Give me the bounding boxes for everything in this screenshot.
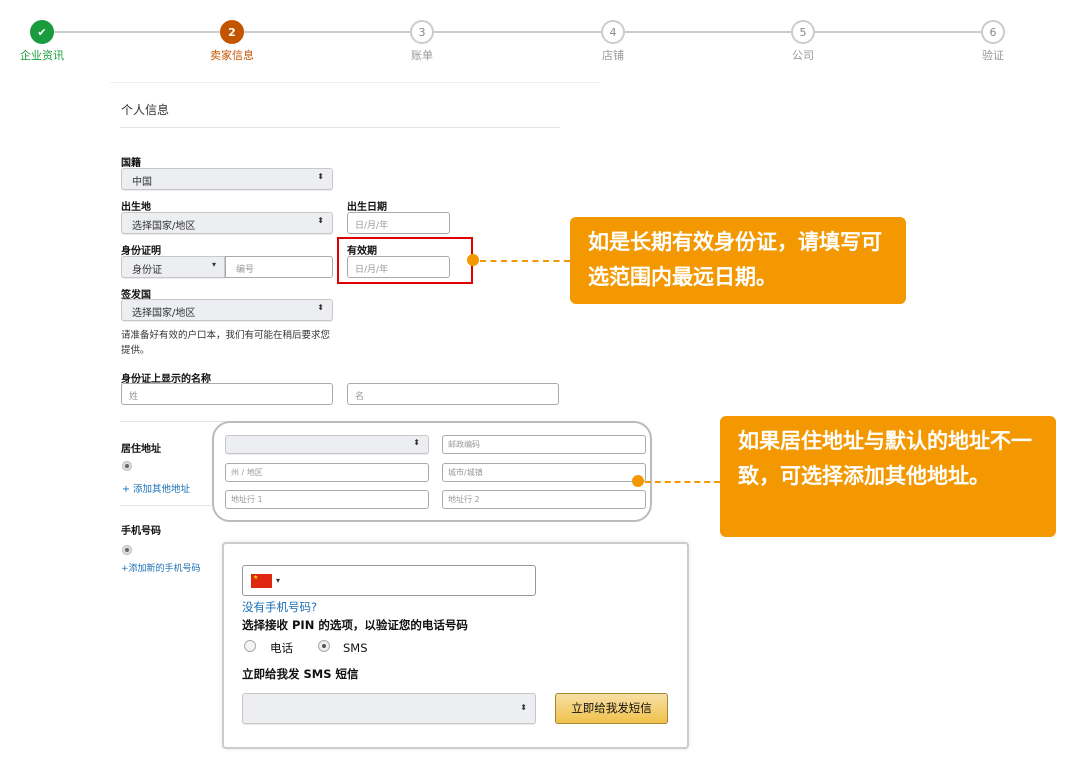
city-input[interactable]: 城市/城镇 (442, 463, 646, 482)
nationality-label: 国籍 (121, 158, 141, 169)
sms-option-label: SMS (343, 641, 368, 655)
send-sms-button[interactable]: 立即给我发短信 (555, 693, 668, 724)
callout-connector (645, 481, 720, 483)
step-label: 企业资讯 (20, 49, 64, 62)
select-value: 中国 (132, 177, 152, 188)
step-2: 2 卖家信息 (192, 20, 272, 63)
divider (110, 82, 600, 83)
expiry-input[interactable]: 日/月/年 (347, 256, 450, 278)
step-number: 6 (981, 20, 1005, 44)
phone-label: 手机号码 (121, 526, 161, 537)
callout-connector (480, 260, 570, 262)
no-phone-link[interactable]: 没有手机号码? (242, 599, 317, 615)
select-value: 选择国家/地区 (132, 221, 196, 232)
step-number: 3 (410, 20, 434, 44)
phone-input[interactable]: ★ ▾ (242, 565, 536, 596)
call-option-label: 电话 (270, 641, 293, 655)
step-label: 账单 (411, 49, 433, 62)
id-type-select[interactable]: 身份证 ▾ (121, 256, 225, 278)
add-phone-link[interactable]: +添加新的手机号码 (121, 561, 201, 574)
expiry-callout: 如是长期有效身份证，请填写可选范围内最远日期。 (570, 217, 906, 304)
document-note: 请准备好有效的户口本，我们有可能在稍后要求您提供。 (121, 330, 331, 356)
callout-dot (632, 475, 644, 487)
sort-arrows-icon: ⬍ (317, 172, 324, 181)
step-label: 验证 (982, 49, 1004, 62)
id-label: 身份证明 (121, 246, 161, 257)
issuer-select[interactable]: 选择国家/地区 ⬍ (121, 299, 333, 321)
sort-arrows-icon: ⬍ (317, 216, 324, 225)
expiry-label: 有效期 (347, 246, 377, 257)
pin-heading: 选择接收 PIN 的选项，以验证您的电话号码 (242, 618, 468, 632)
step-4: 4 店铺 (573, 20, 653, 63)
first-name-input[interactable]: 名 (347, 383, 559, 405)
caret-down-icon[interactable]: ▾ (276, 576, 280, 585)
dob-label: 出生日期 (347, 202, 387, 213)
birthplace-label: 出生地 (121, 202, 151, 213)
step-number: 4 (601, 20, 625, 44)
select-value: 选择国家/地区 (132, 308, 196, 319)
caret-down-icon: ▾ (211, 260, 216, 269)
nationality-select[interactable]: 中国 ⬍ (121, 168, 333, 190)
postcode-input[interactable]: 邮政编码 (442, 435, 646, 454)
address-line2-input[interactable]: 地址行 2 (442, 490, 646, 509)
state-input[interactable]: 州 / 地区 (225, 463, 429, 482)
step-label: 卖家信息 (210, 49, 254, 62)
step-5: 5 公司 (763, 20, 843, 63)
step-1: ✔ 企业资讯 (2, 20, 82, 63)
phone-bubble: ★ ▾ 没有手机号码? 选择接收 PIN 的选项，以验证您的电话号码 电话 SM… (222, 542, 689, 749)
birthplace-select[interactable]: 选择国家/地区 ⬍ (121, 212, 333, 234)
address-label: 居住地址 (121, 444, 161, 455)
step-6: 6 验证 (953, 20, 1033, 63)
id-number-input[interactable]: 编号 (225, 256, 333, 278)
step-3: 3 账单 (382, 20, 462, 63)
section-title: 个人信息 (121, 103, 170, 117)
phone-radio[interactable] (122, 545, 132, 555)
sms-option-select[interactable]: ⬍ (242, 693, 536, 724)
call-radio[interactable] (244, 640, 256, 652)
last-name-input[interactable]: 姓 (121, 383, 333, 405)
address-country-select[interactable]: ⬍ (225, 435, 429, 454)
sort-arrows-icon: ⬍ (413, 438, 420, 447)
callout-dot (467, 254, 479, 266)
address-line1-input[interactable]: 地址行 1 (225, 490, 429, 509)
check-icon: ✔ (30, 20, 54, 44)
step-label: 公司 (792, 49, 814, 62)
step-label: 店铺 (602, 49, 624, 62)
china-flag-icon[interactable]: ★ (251, 573, 272, 588)
address-callout: 如果居住地址与默认的地址不一致，可选择添加其他地址。 (720, 416, 1056, 537)
send-heading: 立即给我发 SMS 短信 (242, 667, 359, 681)
sort-arrows-icon: ⬍ (317, 303, 324, 312)
address-bubble: ⬍ 邮政编码 州 / 地区 城市/城镇 地址行 1 地址行 2 (212, 421, 652, 522)
dob-input[interactable]: 日/月/年 (347, 212, 450, 234)
sort-arrows-icon: ⬍ (520, 703, 527, 712)
sms-radio[interactable] (318, 640, 330, 652)
select-value: 身份证 (132, 265, 162, 276)
address-radio[interactable] (122, 461, 132, 471)
divider (120, 127, 560, 128)
step-number: 5 (791, 20, 815, 44)
progress-line (42, 31, 993, 33)
divider (120, 505, 220, 506)
step-number: 2 (220, 20, 244, 44)
add-address-link[interactable]: + 添加其他地址 (122, 481, 190, 495)
